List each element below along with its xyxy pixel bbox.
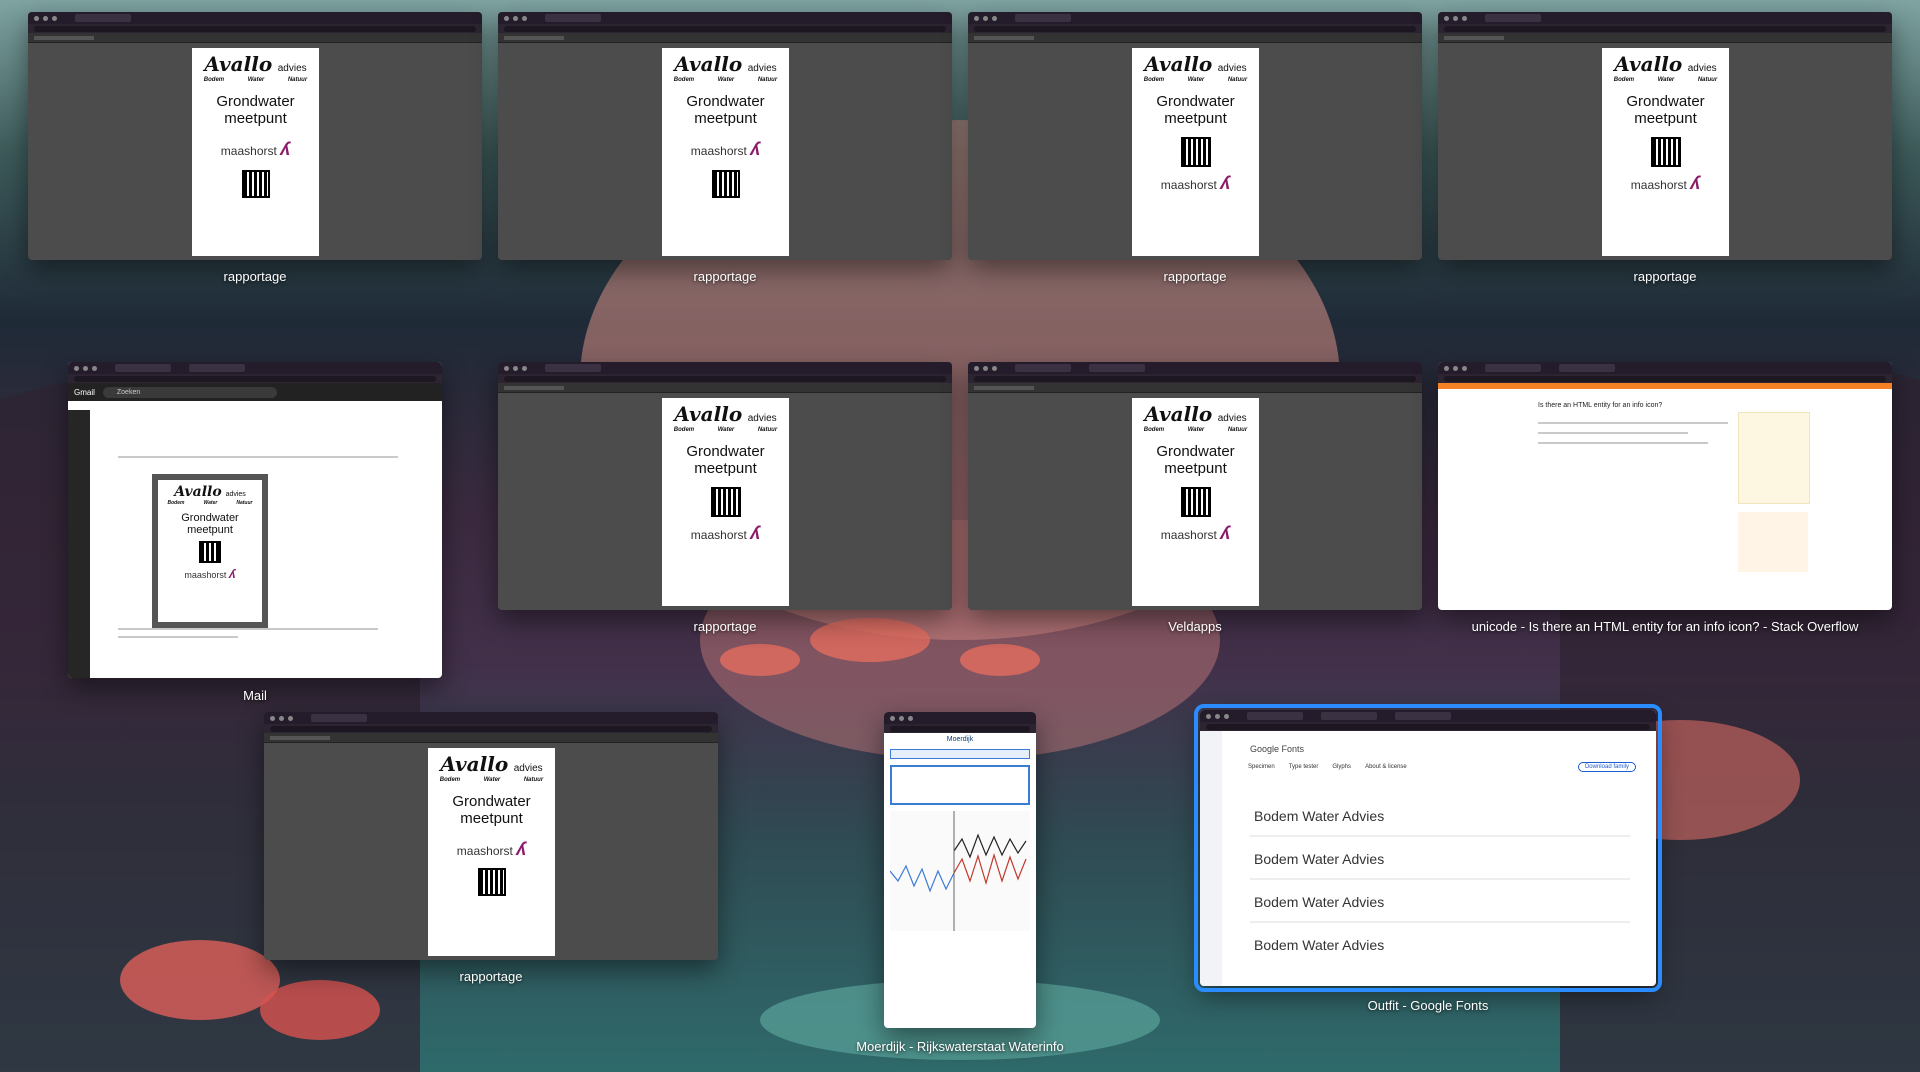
window-rapportage-2[interactable]: Avallo advies Bodem Water Natuur Grondwate… (498, 12, 952, 260)
window-rapportage-6[interactable]: Avallo advies Bodem Water Natuur Grondwate… (264, 712, 718, 960)
mail-sidebar (68, 410, 90, 678)
qr-code (710, 487, 741, 517)
poster-page: Avallo advies Bodem Water Natuur Grondwate… (1602, 48, 1729, 256)
qr-code (1180, 137, 1211, 167)
qr-code (241, 170, 270, 198)
qr-code (477, 868, 506, 896)
download-family-button[interactable]: Download family (1577, 762, 1636, 772)
selection-box[interactable] (890, 765, 1030, 805)
window-label: rapportage (223, 269, 287, 284)
tab-glyphs[interactable]: Glyphs (1332, 764, 1351, 770)
water-level-chart (890, 811, 1030, 931)
qr-code (711, 170, 740, 198)
poster-page: Avallo advies Bodem Water Natuur Grondwate… (1132, 48, 1259, 256)
poster-page: Avallo advies Bodem Water Natuur Grondwate… (192, 48, 319, 256)
window-rapportage-5[interactable]: Avallo advies Bodem Water Natuur Grondwate… (498, 362, 952, 610)
window-rapportage-1[interactable]: Avallo advies Bodem Water Natuur Grondwate… (28, 12, 482, 260)
ad-box (1738, 512, 1808, 572)
window-label: rapportage (1163, 269, 1227, 284)
font-sample-row[interactable]: Bodem Water Advies (1254, 937, 1384, 953)
qr-code (1650, 137, 1681, 167)
fonts-sidebar (1200, 731, 1222, 986)
window-stackoverflow[interactable]: Is there an HTML entity for an info icon… (1438, 362, 1892, 610)
maashorst-logo: maashorst ʎ (220, 139, 291, 159)
window-label: rapportage (693, 269, 757, 284)
gmail-logo: Gmail (74, 387, 95, 397)
window-rapportage-4[interactable]: Avallo advies Bodem Water Natuur Grondwate… (1438, 12, 1892, 260)
poster-page: Avallo advies Bodem Water Natuur Grondwate… (1132, 398, 1259, 606)
tab-type-tester[interactable]: Type tester (1289, 764, 1319, 770)
tab-about[interactable]: About & license (1365, 764, 1407, 770)
google-fonts-logo: Google Fonts (1250, 744, 1305, 754)
window-label: Outfit - Google Fonts (1367, 998, 1489, 1013)
tab-bar[interactable] (890, 749, 1030, 759)
poster-page: Avallo advies Bodem Water Natuur Grondwate… (662, 48, 789, 256)
window-label: rapportage (1633, 269, 1697, 284)
poster-attachment: Avallo advies Bodem Water Natuur Grondwate… (152, 474, 268, 628)
window-label: unicode - Is there an HTML entity for an… (1471, 619, 1859, 634)
so-topbar (1438, 383, 1892, 389)
window-label: rapportage (459, 969, 523, 984)
window-veldapps[interactable]: Avallo advies Bodem Water Natuur Grondwate… (968, 362, 1422, 610)
window-waterinfo[interactable]: Moerdijk (884, 712, 1036, 1028)
font-sample-row[interactable]: Bodem Water Advies (1254, 808, 1384, 824)
window-rapportage-3[interactable]: Avallo advies Bodem Water Natuur Grondwate… (968, 12, 1422, 260)
font-sample-row[interactable]: Bodem Water Advies (1254, 894, 1384, 910)
search-input[interactable]: Zoeken (102, 386, 277, 398)
window-label: Veldapps (1168, 619, 1222, 634)
window-mail[interactable]: Gmail Zoeken Avallo advies Bodem Water Nat… (68, 362, 442, 678)
window-label: Mail (243, 688, 267, 703)
sidebar-widget (1738, 412, 1810, 504)
question-title: Is there an HTML entity for an info icon… (1538, 402, 1663, 409)
window-google-fonts[interactable]: Google Fonts Specimen Type tester Glyphs… (1194, 704, 1662, 992)
font-sample-row[interactable]: Bodem Water Advies (1254, 851, 1384, 867)
poster-page: Avallo advies Bodem Water Natuur Grondwate… (662, 398, 789, 606)
waterinfo-title: Moerdijk (946, 736, 974, 743)
window-label: Moerdijk - Rijkswaterstaat Waterinfo (856, 1039, 1064, 1054)
window-label: rapportage (693, 619, 757, 634)
tab-specimen[interactable]: Specimen (1248, 764, 1275, 770)
qr-code (1180, 487, 1211, 517)
poster-title: Grondwater (216, 93, 295, 110)
brand-logo: Avallo (204, 52, 273, 76)
poster-page: Avallo advies Bodem Water Natuur Grondwate… (428, 748, 555, 956)
fonts-tabs: Specimen Type tester Glyphs About & lice… (1248, 764, 1407, 770)
